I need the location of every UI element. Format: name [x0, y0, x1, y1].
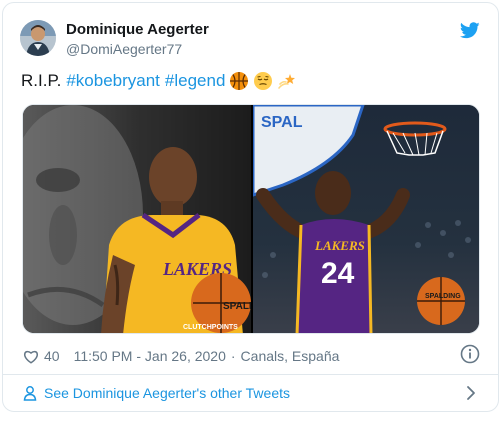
- right-jersey-number: 24: [321, 257, 355, 290]
- tweet-timestamp[interactable]: 11:50 PM - Jan 26, 2020: [74, 348, 226, 364]
- hashtag-legend[interactable]: #legend: [165, 71, 226, 91]
- tweet-text: R.I.P. #kobebryant #legend: [21, 71, 297, 91]
- relieved-face-emoji-icon: [253, 71, 273, 91]
- kobe-portrait-photo[interactable]: LAKERS SPALD CLUTCHPOINTS: [23, 105, 251, 333]
- author-name[interactable]: Dominique Aegerter: [66, 21, 209, 38]
- see-other-tweets-label[interactable]: See Dominique Aegerter's other Tweets: [44, 385, 290, 401]
- info-icon[interactable]: [460, 344, 480, 364]
- clutchpoints-watermark: CLUTCHPOINTS: [183, 324, 238, 331]
- see-other-tweets-link[interactable]: See Dominique Aegerter's other Tweets: [22, 383, 482, 403]
- chevron-right-icon[interactable]: [464, 385, 478, 401]
- tweet-text-prefix: R.I.P.: [21, 71, 62, 90]
- backboard-text: SPAL: [261, 114, 303, 131]
- right-jersey-lakers-text: LAKERS: [314, 238, 365, 253]
- tweet-header: Dominique Aegerter @DomiAegerter77: [20, 20, 480, 60]
- divider: [2, 374, 499, 375]
- twitter-bird-icon[interactable]: [459, 22, 480, 39]
- tweet-meta: 40 11:50 PM - Jan 26, 2020 · Canals, Esp…: [22, 346, 339, 366]
- user-icon: [22, 385, 38, 401]
- kobe-dunk-photo[interactable]: SPAL LAKERS 24 SPALDING: [253, 105, 479, 333]
- tweet-location[interactable]: Canals, España: [241, 348, 340, 364]
- heart-icon[interactable]: [22, 347, 40, 365]
- like-count[interactable]: 40: [44, 348, 60, 364]
- basketball-emoji-icon: [229, 71, 249, 91]
- right-ball-text: SPALDING: [425, 293, 461, 300]
- author-handle[interactable]: @DomiAegerter77: [66, 41, 182, 57]
- tweet-media[interactable]: LAKERS SPALD CLUTCHPOINTS: [22, 104, 480, 334]
- hashtag-kobebryant[interactable]: #kobebryant: [66, 71, 160, 91]
- dizzy-star-emoji-icon: [277, 71, 297, 91]
- meta-separator: ·: [230, 348, 236, 364]
- avatar[interactable]: [20, 20, 56, 56]
- left-ball-text: SPALD: [223, 301, 251, 312]
